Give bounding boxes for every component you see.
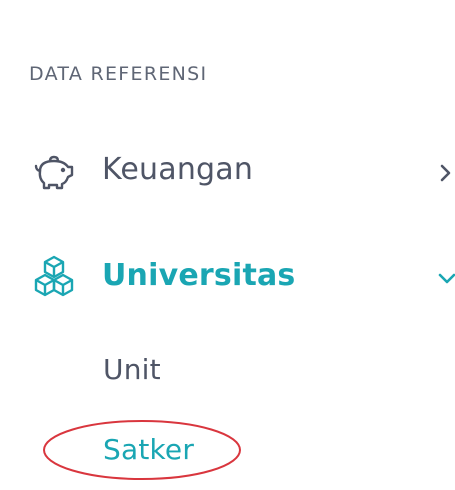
partial-label-fragment xyxy=(102,0,252,6)
sidebar-subitem-unit[interactable]: Unit xyxy=(103,353,161,386)
chevron-down-icon xyxy=(438,273,455,284)
chevron-right-icon xyxy=(440,164,451,182)
sidebar-item-universitas[interactable]: Universitas xyxy=(0,250,455,306)
cubes-icon xyxy=(34,255,74,297)
sidebar-item-label: Keuangan xyxy=(102,152,254,187)
sidebar-item-label: Universitas xyxy=(102,258,296,293)
partial-icon xyxy=(30,0,74,4)
highlight-ellipse-annotation xyxy=(43,420,241,480)
sidebar-item-partial[interactable] xyxy=(0,0,455,6)
section-heading: DATA REFERENSI xyxy=(29,63,208,85)
piggy-bank-icon xyxy=(34,155,74,190)
sidebar-item-keuangan[interactable]: Keuangan xyxy=(0,146,455,202)
